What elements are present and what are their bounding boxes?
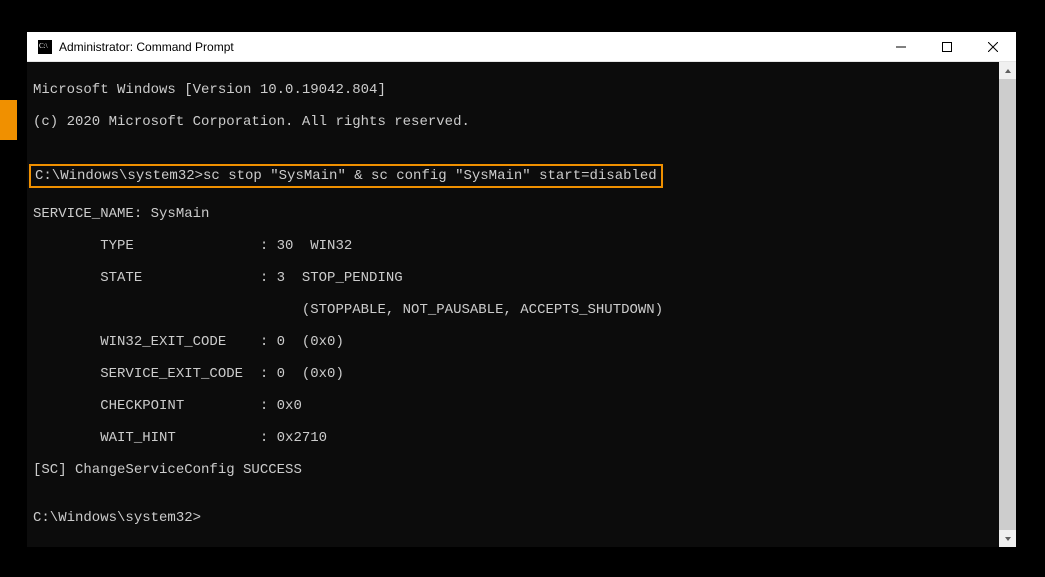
console-line: SERVICE_NAME: SysMain: [33, 206, 993, 222]
console-line: (STOPPABLE, NOT_PAUSABLE, ACCEPTS_SHUTDO…: [33, 302, 993, 318]
console-line: SERVICE_EXIT_CODE : 0 (0x0): [33, 366, 993, 382]
console-area: Microsoft Windows [Version 10.0.19042.80…: [27, 62, 1016, 547]
cmd-icon: C:\: [37, 39, 53, 55]
console-line: WAIT_HINT : 0x2710: [33, 430, 993, 446]
highlighted-command: C:\Windows\system32>sc stop "SysMain" & …: [29, 164, 663, 188]
accent-bar: [0, 100, 17, 140]
scrollbar-down-button[interactable]: [999, 530, 1016, 547]
titlebar-title: Administrator: Command Prompt: [59, 40, 878, 54]
close-button[interactable]: [970, 32, 1016, 61]
console-line: WIN32_EXIT_CODE : 0 (0x0): [33, 334, 993, 350]
scrollbar-thumb[interactable]: [999, 79, 1016, 530]
console-content[interactable]: Microsoft Windows [Version 10.0.19042.80…: [27, 62, 999, 547]
svg-text:C:\: C:\: [39, 42, 48, 50]
minimize-button[interactable]: [878, 32, 924, 61]
command-prompt-window: C:\ Administrator: Command Prompt Micros…: [27, 32, 1016, 547]
titlebar-controls: [878, 32, 1016, 61]
console-line: Microsoft Windows [Version 10.0.19042.80…: [33, 82, 993, 98]
console-line: [SC] ChangeServiceConfig SUCCESS: [33, 462, 993, 478]
scrollbar-up-button[interactable]: [999, 62, 1016, 79]
console-line: CHECKPOINT : 0x0: [33, 398, 993, 414]
console-line: (c) 2020 Microsoft Corporation. All righ…: [33, 114, 993, 130]
console-line: STATE : 3 STOP_PENDING: [33, 270, 993, 286]
maximize-button[interactable]: [924, 32, 970, 61]
scrollbar-vertical[interactable]: [999, 62, 1016, 547]
console-line: TYPE : 30 WIN32: [33, 238, 993, 254]
console-prompt: C:\Windows\system32>: [33, 510, 993, 526]
titlebar[interactable]: C:\ Administrator: Command Prompt: [27, 32, 1016, 62]
